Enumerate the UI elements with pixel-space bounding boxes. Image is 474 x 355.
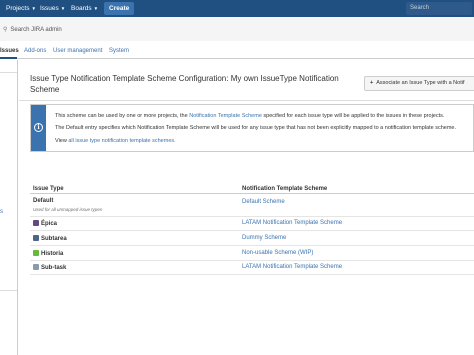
row-divider (30, 274, 474, 275)
scheme-link[interactable]: Dummy Scheme (242, 235, 286, 241)
admin-header (0, 17, 474, 41)
default-row-description: Used for all unmapped issue types (33, 207, 103, 212)
projects-menu[interactable]: Projects ▼ (6, 0, 36, 17)
admin-sidebar: s (0, 60, 18, 355)
all-schemes-link[interactable]: all issue type notification template sch… (68, 138, 175, 144)
header-divider (19, 100, 474, 101)
sidebar-divider (0, 72, 17, 73)
search-admin-input[interactable]: ⚲ Search JIRA admin (3, 26, 62, 33)
issues-label: Issues (40, 5, 59, 13)
plus-icon: + (370, 80, 374, 86)
row-divider (30, 216, 474, 217)
issue-type-label: Sub-task (41, 265, 67, 271)
search-admin-label: Search JIRA admin (10, 27, 62, 33)
info-text: This scheme can be used by one or more p… (55, 113, 190, 119)
notification-template-scheme-link[interactable]: Notification Template Scheme (189, 113, 262, 119)
boards-menu[interactable]: Boards ▼ (71, 0, 98, 17)
chevron-down-icon: ▼ (31, 6, 36, 11)
tab-add-ons[interactable]: Add-ons (24, 48, 46, 54)
scheme-link[interactable]: Non-usable Scheme (WIP) (242, 250, 313, 256)
info-line-2: The Default entry specifies which Notifi… (55, 125, 457, 131)
create-button[interactable]: Create (104, 2, 135, 15)
issue-type-label: Subtarea (41, 236, 67, 242)
scheme-link[interactable]: LATAM Notification Template Scheme (242, 220, 342, 226)
column-header-issue-type: Issue Type (33, 186, 64, 192)
story-icon (33, 250, 39, 256)
info-line-3: View all issue type notification templat… (55, 138, 176, 144)
default-scheme-link[interactable]: Default Scheme (242, 199, 285, 205)
associate-issue-type-button[interactable]: + Associate an Issue Type with a Notif (364, 76, 474, 91)
search-icon: ⚲ (3, 27, 8, 33)
associate-button-label: Associate an Issue Type with a Notif (376, 80, 465, 86)
issues-menu[interactable]: Issues ▼ (40, 0, 65, 17)
default-row-type: Default (33, 198, 54, 204)
top-navigation-bar: Projects ▼ Issues ▼ Boards ▼ Create Search (0, 0, 474, 17)
scheme-link[interactable]: LATAM Notification Template Scheme (242, 264, 342, 270)
search-input[interactable]: Search (406, 2, 472, 15)
info-strip: i (31, 105, 46, 151)
table-row-type: Épica (33, 220, 57, 227)
sidebar-divider (0, 290, 17, 291)
admin-tabs: Issues Add-ons User management System (0, 44, 474, 59)
boards-label: Boards (71, 5, 92, 13)
subtask-icon (33, 235, 39, 241)
row-divider (30, 230, 474, 231)
tab-system[interactable]: System (109, 48, 129, 54)
column-header-scheme: Notification Template Scheme (242, 186, 328, 192)
page-title: Issue Type Notification Template Scheme … (30, 74, 339, 94)
tab-issues[interactable]: Issues (0, 48, 19, 54)
issue-type-label: Épica (41, 221, 58, 227)
row-divider (30, 245, 474, 246)
table-row-type: Subtarea (33, 235, 67, 242)
chevron-down-icon: ▼ (60, 6, 66, 11)
issue-type-label: Historia (41, 251, 64, 257)
info-text: View (55, 138, 69, 144)
search-placeholder: Search (410, 5, 430, 11)
epic-icon (33, 220, 39, 226)
tab-user-management[interactable]: User management (53, 48, 102, 54)
row-divider (30, 260, 474, 261)
info-text: specified for each issue type will be ap… (261, 113, 445, 119)
chevron-down-icon: ▼ (93, 6, 99, 11)
table-row-type: Historia (33, 250, 63, 257)
active-tab-indicator (0, 57, 17, 59)
subtask-icon (33, 264, 39, 270)
info-icon: i (34, 123, 43, 132)
info-line-1: This scheme can be used by one or more p… (55, 113, 444, 119)
table-header-divider (30, 193, 474, 194)
projects-label: Projects (6, 5, 30, 13)
info-message: i This scheme can be used by one or more… (30, 104, 474, 152)
sidebar-item[interactable]: s (0, 209, 3, 215)
table-row-type: Sub-task (33, 264, 66, 271)
